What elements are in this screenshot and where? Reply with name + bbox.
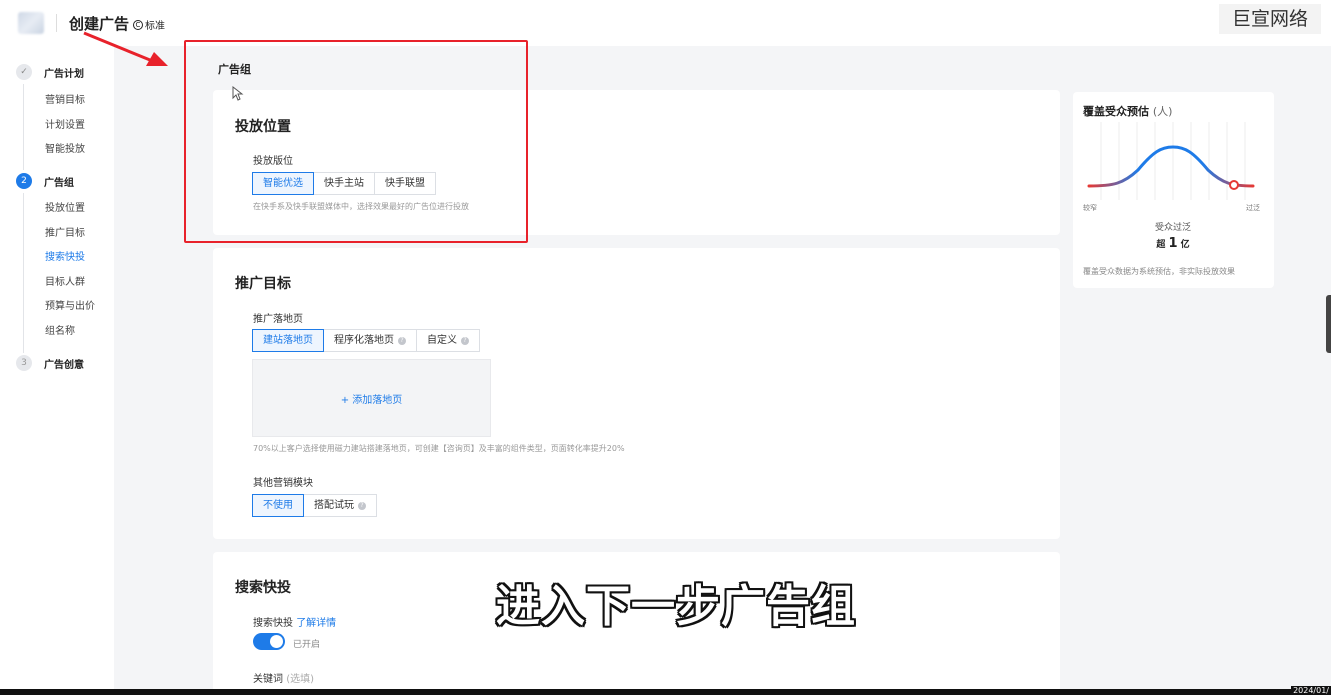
sidebar-item-placement[interactable]: 投放位置 — [45, 199, 85, 214]
audience-level: 受众过泛 — [1154, 223, 1191, 233]
sidebar-item-audience[interactable]: 目标人群 — [45, 273, 85, 288]
step-title: 广告组 — [44, 177, 74, 189]
step-ad-group[interactable]: 2 广告组 — [16, 173, 74, 189]
current-position-marker — [1229, 180, 1239, 190]
option-label: 程序化落地页 — [334, 335, 394, 346]
mouse-cursor-icon — [232, 86, 244, 101]
field-label: 推广落地页 — [253, 314, 303, 325]
highlight-box — [184, 40, 528, 243]
side-handle[interactable] — [1326, 295, 1331, 353]
audience-size: 超 1 亿 — [1073, 236, 1273, 251]
size-unit: 亿 — [1180, 240, 1190, 250]
learn-more-link[interactable]: 了解详情 — [296, 618, 336, 629]
watermark: 巨宣网络 — [1219, 4, 1321, 34]
estimate-note: 覆盖受众数据为系统预估，非实际投放效果 — [1083, 267, 1235, 276]
sidebar-item-smart-delivery[interactable]: 智能投放 — [45, 140, 85, 155]
help-icon[interactable]: ? — [358, 501, 366, 510]
video-subtitle: 进入下一步广告组 — [496, 581, 856, 632]
add-landing-button[interactable]: + 添加落地页 — [253, 391, 490, 406]
step-number: 2 — [16, 173, 32, 189]
axis-left-label: 较窄 — [1083, 204, 1097, 212]
sidebar-item-search[interactable]: 搜索快投 — [45, 248, 85, 263]
size-prefix: 超 — [1156, 240, 1166, 250]
step-connector — [23, 84, 24, 170]
field-label: 搜索快投 — [253, 618, 293, 629]
step-title: 广告创意 — [44, 359, 84, 371]
step-ad-creative[interactable]: 3 广告创意 — [16, 355, 84, 371]
sidebar-item-plan-settings[interactable]: 计划设置 — [45, 116, 85, 131]
field-label: 其他营销模块 — [253, 478, 313, 489]
title-text: 覆盖受众预估 — [1083, 105, 1149, 118]
option-smart[interactable]: 智能优选 — [252, 172, 314, 195]
option-label: 自定义 — [427, 335, 457, 346]
help-icon[interactable]: ? — [398, 336, 406, 345]
option-programmatic[interactable]: 程序化落地页? — [323, 329, 417, 352]
audience-curve — [1087, 145, 1255, 188]
option-custom[interactable]: 自定义? — [416, 329, 480, 352]
option-site-landing[interactable]: 建站落地页 — [252, 329, 324, 352]
add-landing-box[interactable]: + 添加落地页 — [252, 359, 491, 437]
help-icon[interactable]: ? — [461, 336, 469, 345]
field-label: 关键词 — [253, 674, 283, 685]
annotation-arrow — [83, 31, 168, 66]
date-stamp: 2024/01/ — [1291, 686, 1331, 695]
sidebar-item-budget[interactable]: 预算与出价 — [45, 297, 95, 312]
size-value: 1 — [1168, 236, 1178, 251]
chart-gridlines — [1100, 122, 1246, 200]
search-toggle[interactable] — [253, 633, 285, 650]
bottom-strip — [0, 689, 1331, 695]
unit-text: (人) — [1152, 105, 1173, 118]
toggle-state: 已开启 — [293, 640, 321, 650]
option-none[interactable]: 不使用 — [252, 494, 304, 517]
keyword-field: 关键词 (选填) — [253, 670, 314, 685]
card-title: 推广目标 — [235, 276, 291, 292]
option-trial-play[interactable]: 搭配试玩? — [303, 494, 377, 517]
option-label: 搭配试玩 — [314, 500, 354, 511]
sidebar-item-marketing-goal[interactable]: 营销目标 — [45, 91, 85, 106]
search-field: 搜索快投 了解详情 — [253, 614, 336, 629]
optional-tag: (选填) — [286, 674, 314, 685]
estimate-title: 覆盖受众预估 (人) — [1083, 103, 1172, 119]
axis-right-label: 过泛 — [1246, 204, 1260, 212]
sidebar-item-group-name[interactable]: 组名称 — [45, 322, 75, 337]
step-connector — [23, 193, 24, 353]
toggle-knob — [270, 635, 283, 648]
audience-bell-chart — [1087, 122, 1255, 200]
sidebar-item-target[interactable]: 推广目标 — [45, 224, 85, 239]
step-number: 3 — [16, 355, 32, 371]
other-module-selector: 不使用 搭配试玩? — [252, 494, 377, 517]
hint-text: 70%以上客户选择使用磁力建站搭建落地页，可创建【咨询页】及丰富的组件类型，页面… — [253, 444, 625, 453]
landing-selector: 建站落地页 程序化落地页? 自定义? — [252, 329, 480, 352]
card-title: 搜索快投 — [235, 580, 291, 596]
